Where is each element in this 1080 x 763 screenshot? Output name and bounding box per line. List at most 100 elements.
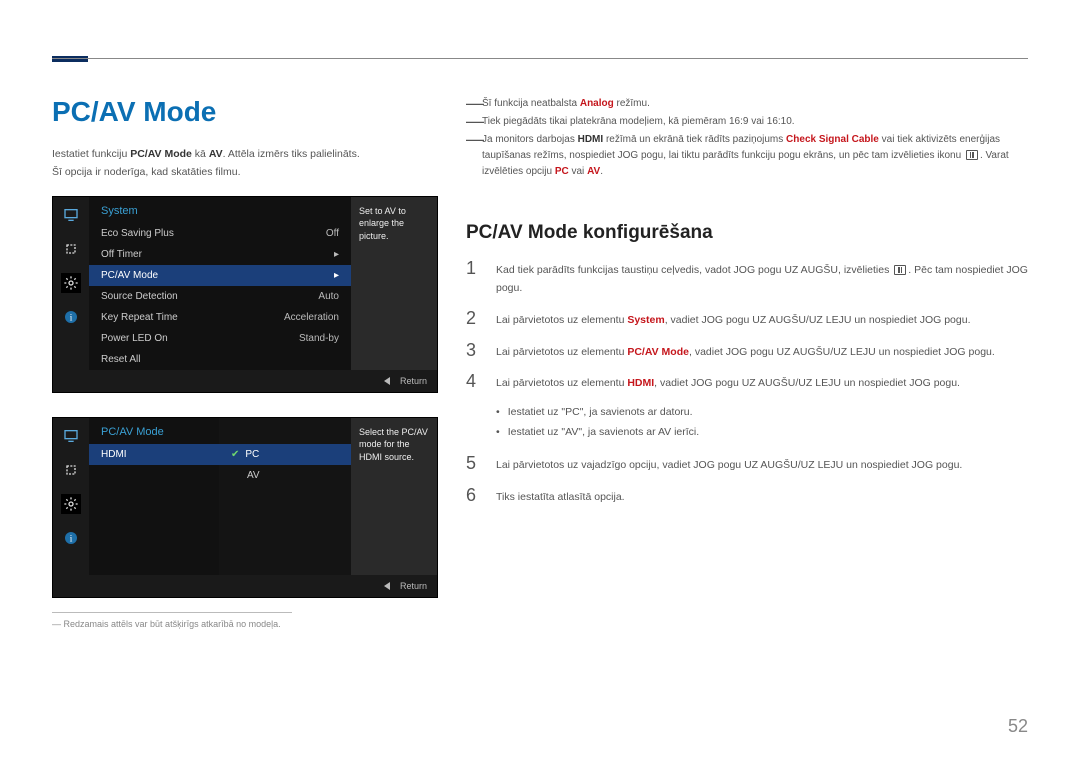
label: Off Timer (101, 249, 142, 260)
osd-main: System Eco Saving PlusOff Off Timer ▸ PC/… (89, 197, 351, 370)
note-2: ― Tiek piegādāts tikai platekrāna modeļi… (466, 114, 1028, 130)
step-num: 1 (466, 258, 484, 298)
nav-left-icon[interactable] (384, 377, 390, 385)
osd-row-keyrepeat[interactable]: Key Repeat TimeAcceleration (89, 307, 351, 328)
header-accent (52, 56, 88, 62)
kw-pcav: PC/AV Mode (627, 346, 689, 358)
step-1: 1 Kad tiek parādīts funkcijas taustiņu c… (466, 258, 1028, 298)
label: PC/AV Mode (101, 270, 158, 281)
intro-line-1: Iestatiet funkciju PC/AV Mode kā AV. Att… (52, 146, 442, 164)
kw-av: AV (587, 166, 600, 177)
step-num: 5 (466, 453, 484, 475)
osd-options: ✔ PC AV (219, 418, 351, 575)
osd-footer: Return (53, 370, 437, 392)
expand-icon[interactable] (61, 239, 81, 259)
txt: Lai pārvietotos uz elementu (496, 377, 627, 389)
left-column: PC/AV Mode Iestatiet funkciju PC/AV Mode… (52, 96, 442, 629)
label: PC (245, 449, 259, 460)
kw-analog: Analog (580, 98, 614, 109)
step-2: 2 Lai pārvietotos uz elementu System, va… (466, 308, 1028, 330)
osd-help-text: Select the PC/AV mode for the HDMI sourc… (351, 418, 437, 575)
osd-help-text: Set to AV to enlarge the picture. (351, 197, 437, 370)
return-label[interactable]: Return (400, 376, 427, 386)
section-title: PC/AV Mode konfigurēšana (466, 222, 1028, 244)
label: AV (247, 470, 260, 481)
txt: , vadiet JOG pogu UZ AUGŠU/UZ LEJU un no… (654, 377, 960, 389)
step-num: 3 (466, 340, 484, 362)
nav-left-icon[interactable] (384, 582, 390, 590)
header-rule (52, 58, 1028, 59)
kw-pc: PC (555, 166, 569, 177)
label: Key Repeat Time (101, 312, 178, 323)
bullet-av: Iestatiet uz "AV", ja savienots ar AV ie… (496, 423, 1028, 443)
check-icon: ✔ (231, 449, 239, 460)
kw-hdmi: HDMI (578, 134, 604, 145)
txt: Redzamais attēls var būt atšķirīgs atkar… (64, 619, 281, 629)
kw-check-cable: Check Signal Cable (786, 134, 879, 145)
osd-title: System (89, 197, 351, 223)
osd-row-pcav[interactable]: PC/AV Mode ▸ (89, 265, 351, 286)
txt: , vadiet JOG pogu UZ AUGŠU/UZ LEJU un no… (689, 346, 995, 358)
page-title: PC/AV Mode (52, 96, 442, 128)
svg-text:i: i (70, 534, 73, 544)
osd-row-offtimer[interactable]: Off Timer ▸ (89, 244, 351, 265)
txt: Kad tiek parādīts funkcijas taustiņu ceļ… (496, 264, 892, 276)
page-number: 52 (1008, 716, 1028, 737)
monitor-icon[interactable] (61, 205, 81, 225)
expand-icon[interactable] (61, 460, 81, 480)
step-num: 6 (466, 485, 484, 507)
kw-hdmi: HDMI (627, 377, 654, 389)
gear-icon[interactable] (61, 494, 81, 514)
osd-opt-av[interactable]: AV (219, 465, 351, 486)
txt: Lai pārvietotos uz elementu (496, 346, 627, 358)
osd-row-hdmi[interactable]: HDMI (89, 444, 219, 465)
info-icon[interactable]: i (61, 528, 81, 548)
value: Stand-by (299, 333, 339, 344)
txt: kā (192, 148, 209, 160)
step4-bullets: Iestatiet uz "PC", ja savienots ar dator… (496, 403, 1028, 443)
txt: vai (569, 166, 587, 177)
txt: . Attēla izmērs tiks palielināts. (223, 148, 360, 160)
txt: režīmu. (614, 98, 650, 109)
kw-av: AV (209, 148, 223, 160)
txt: Tiek piegādāts tikai platekrāna modeļiem… (482, 114, 1028, 130)
osd-opt-pc[interactable]: ✔ PC (219, 444, 351, 465)
value: Auto (318, 291, 339, 302)
osd-submenu-left: PC/AV Mode HDMI (89, 418, 219, 575)
label: HDMI (101, 449, 127, 460)
svg-text:i: i (70, 313, 73, 323)
osd-row-powerled[interactable]: Power LED On Stand-by (89, 328, 351, 349)
monitor-icon[interactable] (61, 426, 81, 446)
txt: režīmā un ekrānā tiek rādīts paziņojums (603, 134, 786, 145)
osd-rail: i (53, 418, 89, 575)
txt: . (600, 166, 603, 177)
kw-pcav: PC/AV Mode (130, 148, 192, 160)
label: Power LED On (101, 333, 168, 344)
value: ▸ (334, 270, 339, 281)
return-label[interactable]: Return (400, 581, 427, 591)
info-icon[interactable]: i (61, 307, 81, 327)
osd-row-eco[interactable]: Eco Saving PlusOff (89, 223, 351, 244)
osd-row-source[interactable]: Source DetectionAuto (89, 286, 351, 307)
intro-line-2: Šī opcija ir noderīga, kad skatāties fil… (52, 164, 442, 182)
bullet-pc: Iestatiet uz "PC", ja savienots ar dator… (496, 403, 1028, 423)
gear-icon[interactable] (61, 273, 81, 293)
steps: 1 Kad tiek parādīts funkcijas taustiņu c… (466, 258, 1028, 507)
menu-icon (894, 265, 906, 275)
txt: Lai pārvietotos uz vajadzīgo opciju, vad… (496, 453, 1028, 475)
kw-system: System (627, 314, 664, 326)
osd-rail: i (53, 197, 89, 370)
step-6: 6 Tiks iestatīta atlasītā opcija. (466, 485, 1028, 507)
note-3: ― Ja monitors darbojas HDMI režīmā un ek… (466, 132, 1028, 180)
osd-system-menu: i System Eco Saving PlusOff Off Timer ▸ P… (52, 196, 438, 393)
osd-row-reset[interactable]: Reset All (89, 349, 351, 370)
page-content: PC/AV Mode Iestatiet funkciju PC/AV Mode… (52, 96, 1028, 629)
value: Off (326, 228, 339, 239)
footnote-rule (52, 612, 292, 613)
step-num: 2 (466, 308, 484, 330)
value: ▸ (334, 249, 339, 260)
osd-pcav-menu: i PC/AV Mode HDMI ✔ PC AV Select the PC/A… (52, 417, 438, 598)
step-5: 5 Lai pārvietotos uz vajadzīgo opciju, v… (466, 453, 1028, 475)
txt: Lai pārvietotos uz elementu (496, 314, 627, 326)
menu-icon (966, 150, 978, 160)
